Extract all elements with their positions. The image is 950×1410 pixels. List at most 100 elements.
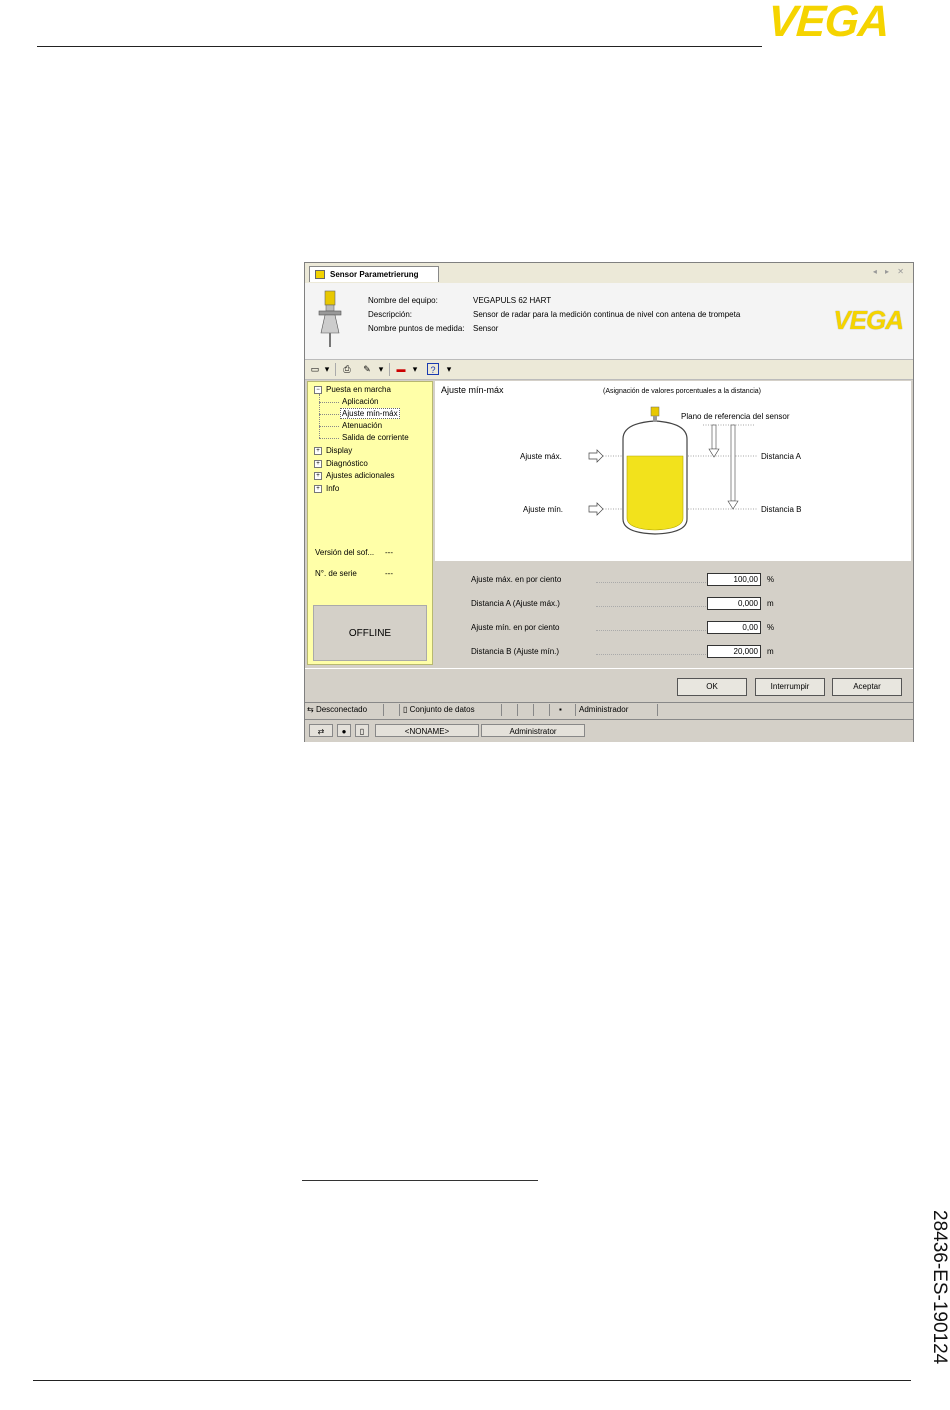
min-max-diagram: Ajuste mín-máx (Asignación de valores po…: [435, 381, 911, 561]
expand-icon[interactable]: +: [314, 484, 322, 493]
expand-icon[interactable]: +: [314, 459, 322, 468]
header-vega-logo: VEGA: [833, 305, 904, 335]
connection-toggle-icon[interactable]: ⇄: [309, 724, 333, 737]
max-percent-label: Ajuste máx. en por ciento: [471, 575, 562, 584]
tree-connector: [319, 438, 339, 439]
dotted-leader: [596, 582, 706, 583]
apply-button[interactable]: Aceptar: [832, 678, 902, 696]
tab-bar: Sensor Parametrierung ◂ ▸ ✕: [305, 263, 913, 284]
status-cell-empty: [503, 704, 518, 716]
distance-b-field-label: Distancia B (Ajuste mín.): [471, 647, 560, 656]
dataset-icon: ▯: [403, 705, 408, 714]
chevron-down-icon[interactable]: ▾: [443, 363, 455, 375]
adjustment-form: Ajuste máx. en por ciento % Distancia A …: [435, 561, 911, 665]
user-role-status: Administrador: [579, 704, 658, 716]
offline-indicator: OFFLINE: [313, 605, 427, 661]
dotted-leader: [596, 654, 706, 655]
connection-status: ⇆ Desconectado: [307, 704, 384, 716]
print-icon[interactable]: ⎙: [341, 363, 353, 375]
expand-icon[interactable]: +: [314, 471, 322, 480]
tree-item-ajuste-min-max[interactable]: Ajuste mín-máx: [340, 408, 400, 419]
description-value: Sensor de radar para la medición continu…: [473, 310, 741, 319]
distance-a-input[interactable]: [707, 597, 761, 610]
user-role-icon: ▪: [559, 704, 576, 716]
tree-item-display[interactable]: + Display: [314, 446, 352, 455]
serial-number-label: N°. de serie: [315, 569, 357, 578]
tank-diagram-svg: Ajuste mín-máx (Asignación de valores po…: [441, 385, 802, 535]
tab-nav-close-icons[interactable]: ◂ ▸ ✕: [873, 267, 907, 276]
disconnected-icon: ⇆: [307, 705, 314, 714]
tab-title: Sensor Parametrierung: [330, 270, 419, 279]
diagram-title: Ajuste mín-máx: [441, 385, 504, 395]
tab-sensor-parametrierung[interactable]: Sensor Parametrierung: [309, 266, 439, 282]
tree-connector: [319, 402, 339, 403]
collapse-icon[interactable]: −: [314, 385, 322, 394]
view-icon[interactable]: ▭: [309, 363, 321, 375]
measuring-point-value: Sensor: [473, 324, 499, 333]
device-name-label: Nombre del equipo:: [368, 296, 438, 305]
cancel-button[interactable]: Interrumpir: [755, 678, 825, 696]
tree-connector: [319, 426, 339, 427]
tools-icon[interactable]: ✎: [361, 363, 373, 375]
min-percent-unit: %: [767, 623, 775, 632]
vega-logo: VEGA: [766, 0, 891, 46]
dotted-leader: [596, 630, 706, 631]
help-icon[interactable]: ?: [427, 363, 439, 375]
measuring-point-row: Nombre puntos de medida: Sensor: [368, 324, 498, 333]
status-bar: ⇆ Desconectado ▯ Conjunto de datos ▪ Adm…: [305, 702, 913, 717]
reference-plane-label: Plano de referencia del sensor: [681, 412, 790, 421]
distance-a-unit: m: [767, 599, 774, 608]
tree-item-aplicacion[interactable]: Aplicación: [342, 397, 378, 406]
tree-connector: [319, 414, 339, 415]
status-cell-empty: [519, 704, 534, 716]
distance-b-input[interactable]: [707, 645, 761, 658]
tree-item-ajustes-adicionales[interactable]: + Ajustes adicionales: [314, 471, 394, 480]
toolbar-separator: [335, 363, 336, 376]
expand-icon[interactable]: +: [314, 446, 322, 455]
sensor-tab-icon: [315, 270, 325, 279]
dialog-buttons: OK Interrumpir Aceptar: [305, 668, 913, 701]
device-indicator-icon[interactable]: ▯: [355, 724, 369, 737]
tree-item-salida-de-corriente[interactable]: Salida de corriente: [342, 433, 409, 442]
footnote-rule: [302, 1180, 538, 1181]
min-percent-label: Ajuste mín. en por ciento: [471, 623, 560, 632]
serial-number-row: N°. de serie ---: [315, 569, 393, 578]
tree-connector: [319, 394, 320, 438]
ok-button[interactable]: OK: [677, 678, 747, 696]
form-row-min-percent: Ajuste mín. en por ciento %: [471, 621, 891, 635]
language-flag-icon[interactable]: ▬: [395, 363, 407, 375]
tree-item-info[interactable]: + Info: [314, 484, 339, 493]
user-name: Administrator: [481, 724, 585, 737]
measuring-point-label: Nombre puntos de medida:: [368, 324, 465, 333]
tree-item-diagnostico[interactable]: + Diagnóstico: [314, 459, 368, 468]
distance-a-field-label: Distancia A (Ajuste máx.): [471, 599, 560, 608]
software-version-label: Versión del sof...: [315, 548, 375, 557]
min-arrow-icon: [588, 502, 604, 516]
form-row-distance-a: Distancia A (Ajuste máx.) m: [471, 597, 891, 611]
description-label: Descripción:: [368, 310, 413, 319]
chevron-down-icon[interactable]: ▾: [375, 363, 387, 375]
toolbar: ▭ ▾ ⎙ ✎ ▾ ▬ ▾ ? ▾: [305, 360, 913, 380]
chevron-down-icon[interactable]: ▾: [409, 363, 421, 375]
min-percent-input[interactable]: [707, 621, 761, 634]
description-row: Descripción: Sensor de radar para la medi…: [368, 310, 740, 319]
device-header: Nombre del equipo: VEGAPULS 62 HART Descr…: [305, 283, 913, 360]
software-version-row: Versión del sof... ---: [315, 548, 393, 557]
form-row-distance-b: Distancia B (Ajuste mín.) m: [471, 645, 891, 659]
tree-item-atenuacion[interactable]: Atenuación: [342, 421, 382, 430]
max-percent-input[interactable]: [707, 573, 761, 586]
distance-b-unit: m: [767, 647, 774, 656]
dotted-leader: [596, 606, 706, 607]
status-cell-empty: [385, 704, 400, 716]
status-cell-empty: [535, 704, 550, 716]
device-name-value: VEGAPULS 62 HART: [473, 296, 552, 305]
project-name: <NONAME>: [375, 724, 479, 737]
host-status-bar: ⇄ ● ▯ <NONAME> Administrator: [305, 719, 913, 742]
chevron-down-icon[interactable]: ▾: [321, 363, 333, 375]
online-indicator-icon[interactable]: ●: [337, 724, 351, 737]
radar-sensor-icon: [318, 290, 342, 347]
form-row-max-percent: Ajuste máx. en por ciento %: [471, 573, 891, 587]
tree-item-puesta-en-marcha[interactable]: − Puesta en marcha: [314, 385, 391, 394]
dataset-status: ▯ Conjunto de datos: [403, 704, 502, 716]
diagram-subtitle: (Asignación de valores porcentuales a la…: [603, 388, 761, 395]
